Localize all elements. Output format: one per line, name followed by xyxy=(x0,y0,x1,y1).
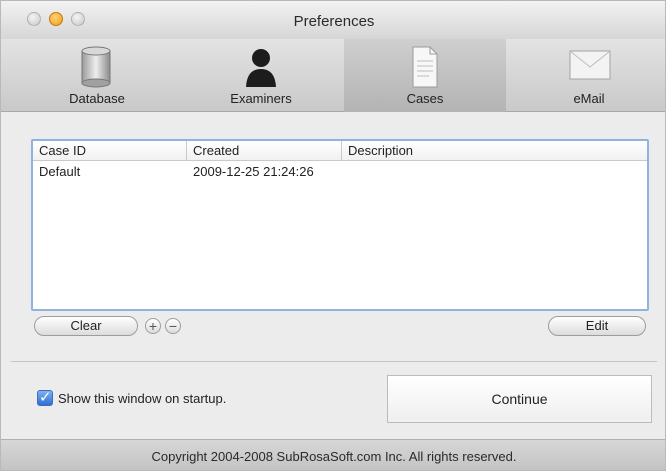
startup-checkbox-label: Show this window on startup. xyxy=(58,391,227,406)
footer-bar: Copyright 2004-2008 SubRosaSoft.com Inc.… xyxy=(1,439,665,470)
column-divider[interactable] xyxy=(341,141,342,161)
tab-cases-label: Cases xyxy=(406,91,444,106)
continue-button[interactable]: Continue xyxy=(387,375,652,423)
tab-database-label: Database xyxy=(69,91,125,106)
cases-panel: Case ID Created Description Default 2009… xyxy=(13,123,655,363)
preferences-window: Preferences Database Examiners Cases eMa… xyxy=(0,0,666,471)
examiner-icon xyxy=(246,49,276,87)
cases-table[interactable]: Case ID Created Description Default 2009… xyxy=(31,139,649,311)
tab-examiners-label: Examiners xyxy=(230,91,292,106)
column-header-description[interactable]: Description xyxy=(348,143,413,158)
table-header: Case ID Created Description xyxy=(33,141,647,161)
startup-checkbox[interactable]: ✓ xyxy=(37,389,53,406)
preferences-toolbar: Database Examiners Cases eMail xyxy=(1,39,665,112)
tab-database[interactable]: Database xyxy=(21,39,173,112)
add-case-button[interactable]: + xyxy=(145,318,161,334)
clear-button[interactable]: Clear xyxy=(34,316,138,336)
column-header-case-id[interactable]: Case ID xyxy=(39,143,86,158)
copyright-text: Copyright 2004-2008 SubRosaSoft.com Inc.… xyxy=(151,449,517,464)
tab-email[interactable]: eMail xyxy=(511,39,665,112)
tab-examiners[interactable]: Examiners xyxy=(181,39,341,112)
remove-case-button[interactable]: − xyxy=(165,318,181,334)
tab-cases[interactable]: Cases xyxy=(344,39,506,112)
cell-case-id: Default xyxy=(39,164,81,179)
mail-icon xyxy=(569,50,611,80)
checkmark-icon: ✓ xyxy=(39,389,52,406)
cell-created: 2009-12-25 21:24:26 xyxy=(193,164,314,179)
section-divider xyxy=(11,361,657,362)
title-bar: Preferences xyxy=(1,1,665,39)
tab-email-label: eMail xyxy=(573,91,605,106)
database-icon xyxy=(81,46,111,88)
column-divider[interactable] xyxy=(186,141,187,161)
document-icon xyxy=(412,46,438,88)
edit-button[interactable]: Edit xyxy=(548,316,646,336)
column-header-created[interactable]: Created xyxy=(193,143,239,158)
table-row[interactable]: Default 2009-12-25 21:24:26 xyxy=(33,163,647,181)
window-title: Preferences xyxy=(293,13,375,30)
